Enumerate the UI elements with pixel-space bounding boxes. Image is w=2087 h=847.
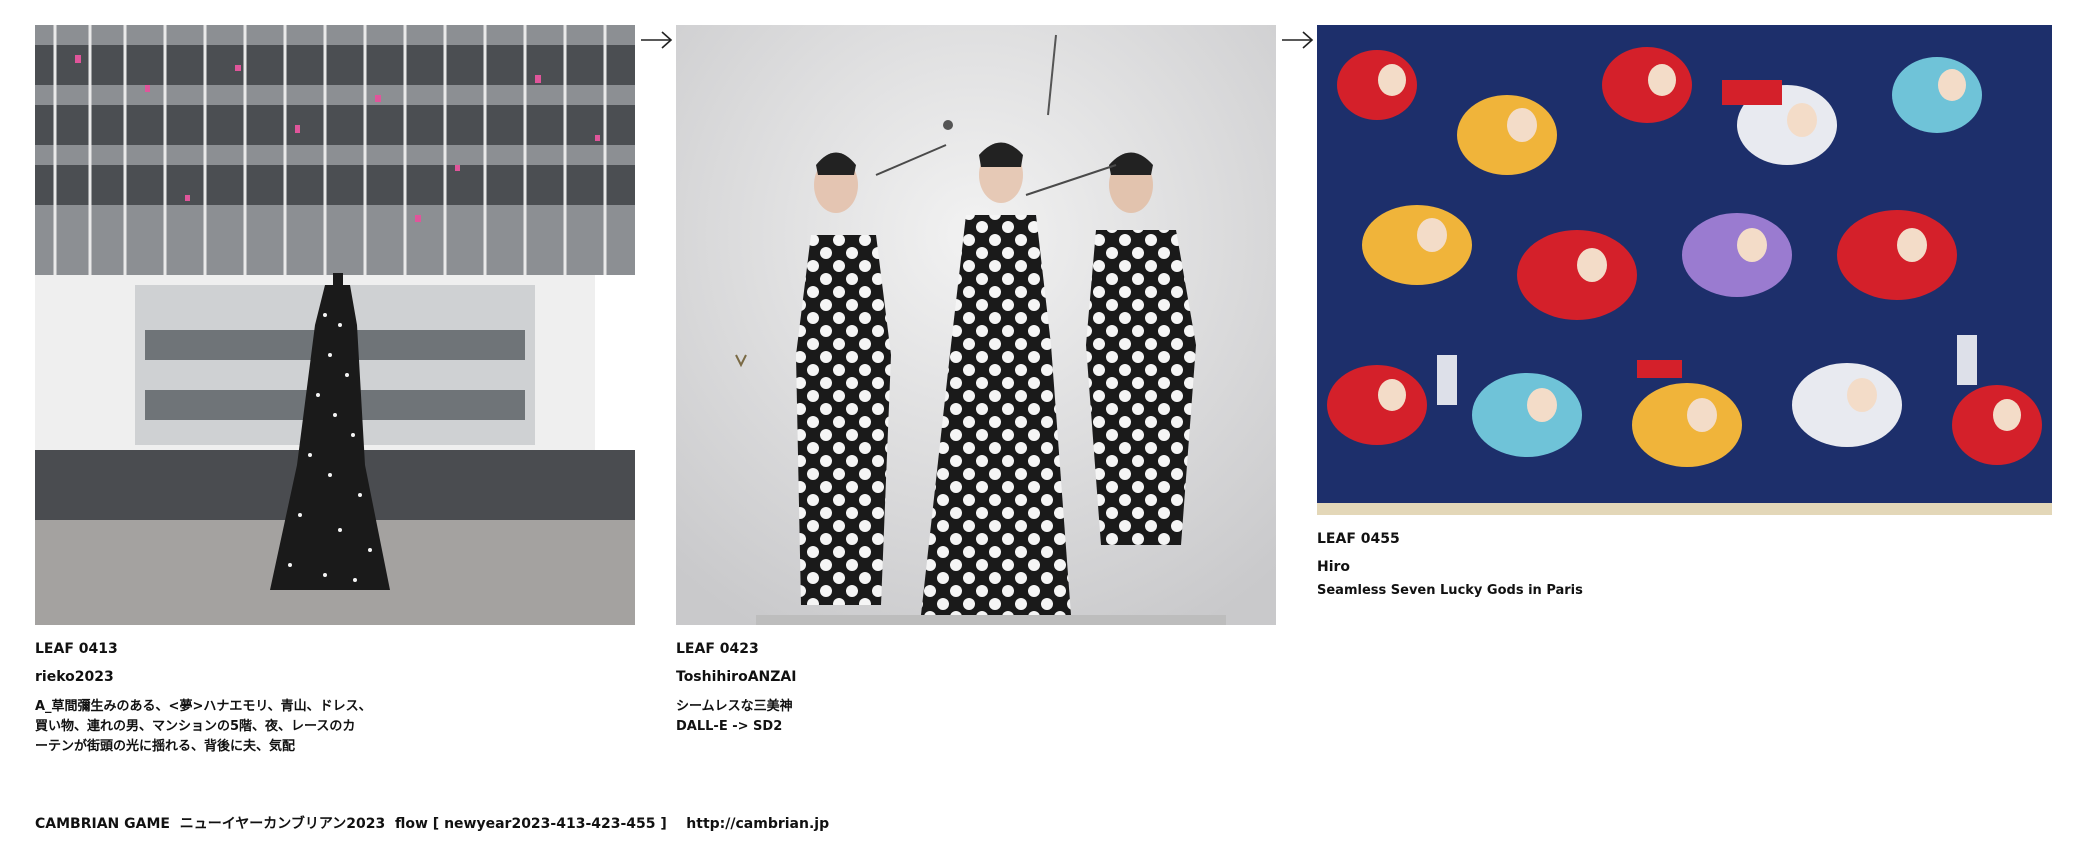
leaf-image-0423[interactable]: [676, 25, 1276, 625]
leaf-card-0423: LEAF 0423 ToshihiroANZAI シームレスな三美神 DALL-…: [676, 25, 1276, 737]
leaf-image-0455[interactable]: [1317, 25, 2052, 515]
leaf-description: Seamless Seven Lucky Gods in Paris: [1317, 583, 1583, 598]
leaf-id[interactable]: LEAF 0455: [1317, 525, 2052, 553]
leaf-author[interactable]: Hiro: [1317, 553, 2052, 581]
leaf-description: シームレスな三美神 DALL-E -> SD2: [676, 699, 793, 734]
leaf-description: A_草間彌生みのある、<夢>ハナエモリ、青山、ドレス、 買い物、連れの男、マンシ…: [35, 699, 372, 754]
footer-flow-info: CAMBRIAN GAME ニューイヤーカンブリアン2023 flow [ ne…: [35, 816, 830, 832]
arrow-right-icon: [1282, 31, 1314, 49]
leaf-author[interactable]: rieko2023: [35, 663, 635, 691]
leaf-card-0455: LEAF 0455 Hiro Seamless Seven Lucky Gods…: [1317, 25, 2052, 601]
leaf-id[interactable]: LEAF 0423: [676, 635, 1276, 663]
leaf-card-0413: LEAF 0413 rieko2023 A_草間彌生みのある、<夢>ハナエモリ、…: [35, 25, 635, 757]
arrow-right-icon: [641, 31, 673, 49]
leaf-id[interactable]: LEAF 0413: [35, 635, 635, 663]
leaf-image-0413[interactable]: [35, 25, 635, 625]
leaf-author[interactable]: ToshihiroANZAI: [676, 663, 1276, 691]
